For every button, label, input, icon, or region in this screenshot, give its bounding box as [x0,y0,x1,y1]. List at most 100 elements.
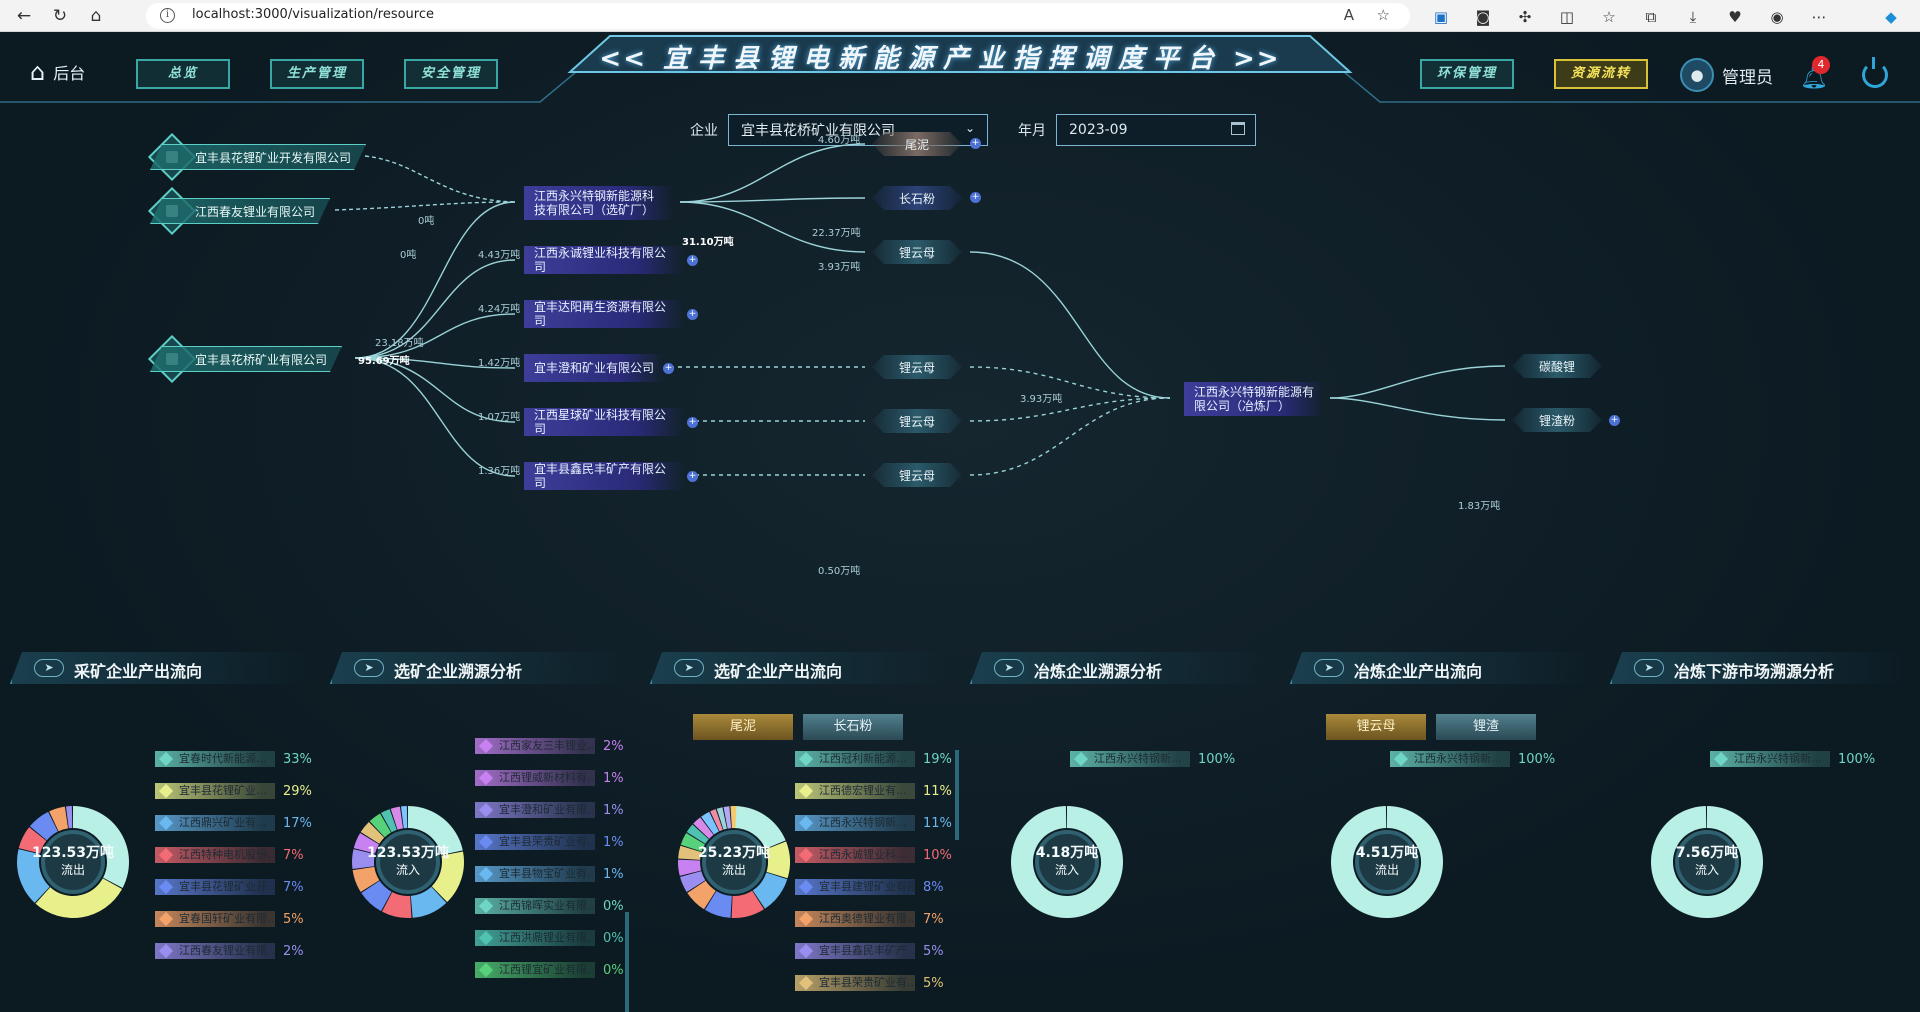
legend-item[interactable]: 江西洪鼎锂业有限... 0% [475,929,624,947]
legend-item[interactable]: 宜丰县建锂矿业有限... 8% [795,878,944,896]
download-icon[interactable]: ⤓ [1682,6,1704,28]
browser-toolbar: ← ↻ ⌂ i localhost:3000/visualization/res… [0,0,1920,32]
flow-label: 23.18万吨 [375,338,424,349]
donut-value: 4.51万吨 [1355,845,1419,861]
legend-item[interactable]: 江西奥德锂业有限... 7% [795,910,944,928]
legend-item[interactable]: 宜春时代新能源... 33% [155,750,312,768]
legend-item[interactable]: 宜丰县荣贵矿业有... 1% [475,833,624,851]
product-node[interactable]: 锂云母 [872,240,962,264]
expand-plus-icon[interactable]: + [663,363,674,374]
legend-percent: 8% [923,879,944,895]
extensions-icon[interactable]: ✣ [1514,6,1536,28]
processor-node[interactable]: 宜丰澄和矿业有限公司 [524,354,664,382]
legend-item[interactable]: 江西锦晖实业有限... 0% [475,897,624,915]
processor-node[interactable]: 宜丰达阳再生资源有限公司 [524,300,684,328]
processor-node[interactable]: 宜丰县鑫民丰矿产有限公司 [524,462,684,490]
product-node[interactable]: 锂云母 [872,463,962,487]
legend-item[interactable]: 宜丰澄和矿业有限... 1% [475,801,624,819]
legend-diamond-icon [478,738,494,754]
donut-segment[interactable] [730,806,737,829]
profile-icon[interactable]: ◉ [1766,6,1788,28]
product-node[interactable]: 尾泥 [872,132,962,156]
expand-plus-icon[interactable]: + [687,255,698,266]
home-icon[interactable]: ⌂ [86,6,106,26]
processor-node[interactable]: 江西永诚锂业科技有限公司 [524,246,684,274]
panel-tab[interactable]: 锂渣 [1436,714,1536,740]
source-node[interactable]: 宜丰县花锂矿业开发有限公司 [150,144,366,170]
flow-label: 3.93万吨 [818,262,861,273]
legend-bar: 江西永兴特钢新... [1710,751,1830,767]
legend-percent: 7% [283,879,304,895]
product-node[interactable]: 锂云母 [872,355,962,379]
legend-item[interactable]: 宜春国轩矿业有限... 5% [155,910,304,928]
legend-diamond-icon [158,815,174,831]
legend-item[interactable]: 江西特种电机股份... 7% [155,846,304,864]
legend-diamond-icon [478,770,494,786]
legend-bar: 宜春国轩矿业有限... [155,911,275,927]
donut-caption: 流出 [721,863,746,877]
legend-item[interactable]: 宜丰县鑫民丰矿产... 5% [795,942,944,960]
smelter-name: 江西永兴特钢新能源有限公司（冶炼厂） [1194,385,1315,413]
favorite-star-icon[interactable]: ☆ [1377,6,1390,24]
copilot-icon[interactable]: ◆ [1880,6,1902,28]
flow-label: 31.10万吨 [682,237,734,248]
legend-percent: 5% [923,943,944,959]
panel-tab[interactable]: 锂云母 [1326,714,1426,740]
expand-plus-icon[interactable]: + [970,192,981,203]
legend-item[interactable]: 宜丰县花锂矿业... 29% [155,782,312,800]
performance-icon[interactable]: ♥ [1724,6,1746,28]
legend-item[interactable]: 江西永诚锂业科... 10% [795,846,952,864]
legend-item[interactable]: 江西春友锂业有限... 2% [155,942,304,960]
legend-item[interactable]: 江西德宏锂业有... 11% [795,782,952,800]
extension2-icon[interactable]: ◙ [1472,6,1494,28]
legend-item[interactable]: 江西冠利新能源... 19% [795,750,952,768]
legend-item[interactable]: 江西永兴特钢新... 100% [1710,750,1875,768]
legend-diamond-icon [158,751,174,767]
product-node[interactable]: 长石粉 [872,186,962,210]
panel-tab[interactable]: 尾泥 [693,714,793,740]
more-icon[interactable]: ⋯ [1808,6,1830,28]
expand-plus-icon[interactable]: + [687,309,698,320]
split-screen-icon[interactable]: ◫ [1556,6,1578,28]
read-aloud-icon[interactable]: A [1344,6,1354,24]
legend-item[interactable]: 江西永兴特钢新... 11% [795,814,952,832]
source-name: 江西春友锂业有限公司 [195,204,316,219]
legend-percent: 11% [923,783,952,799]
legend-item[interactable]: 宜丰县物宝矿业有... 1% [475,865,624,883]
panel-tab[interactable]: 长石粉 [803,714,903,740]
output-node[interactable]: 锂渣粉 [1512,408,1602,432]
favorites-icon[interactable]: ☆ [1598,6,1620,28]
smelter-node[interactable]: 江西永兴特钢新能源有限公司（冶炼厂） [1184,382,1324,416]
output-node[interactable]: 碳酸锂 [1512,354,1602,378]
legend-bar: 江西冠利新能源... [795,751,915,767]
address-bar[interactable]: i localhost:3000/visualization/resource … [146,3,1410,29]
expand-plus-icon[interactable]: + [687,471,698,482]
donut-center-text: 7.56万吨 流入 [1657,845,1757,879]
expand-plus-icon[interactable]: + [1609,415,1620,426]
legend-name: 江西奥德锂业有限... [819,912,915,925]
back-icon[interactable]: ← [14,6,34,26]
product-node[interactable]: 锂云母 [872,409,962,433]
processor-node[interactable]: 江西星球矿业科技有限公司 [524,408,684,436]
legend-item[interactable]: 宜丰县荣贵矿业有... 5% [795,974,944,992]
legend-item[interactable]: 江西永兴特钢新... 100% [1390,750,1555,768]
legend-item[interactable]: 宜丰县花锂矿业开... 7% [155,878,304,896]
legend-item[interactable]: 江西锂宜矿业有限... 0% [475,961,624,979]
flow-diagram: 宜丰县花锂矿业开发有限公司 江西春友锂业有限公司 宜丰县花桥矿业有限公司 江西永… [0,32,1920,642]
legend-item[interactable]: 江西锂威新材料有... 1% [475,769,624,787]
site-info-icon[interactable]: i [160,8,175,23]
source-node[interactable]: 江西春友锂业有限公司 [150,198,330,224]
legend-item[interactable]: 江西永兴特钢新... 100% [1070,750,1235,768]
refresh-icon[interactable]: ↻ [50,6,70,26]
expand-plus-icon[interactable]: + [687,417,698,428]
processor-node[interactable]: 江西永兴特钢新能源科技有限公司（选矿厂） [524,186,674,220]
expand-plus-icon[interactable]: + [970,138,981,149]
extension-icon[interactable]: ▣ [1430,6,1452,28]
legend-item[interactable]: 江西家友三丰锂业... 2% [475,737,624,755]
legend-scrollbar[interactable] [625,912,629,1012]
collections-icon[interactable]: ⧉ [1640,6,1662,28]
legend-scrollbar[interactable] [955,750,959,840]
donut-caption: 流出 [60,863,85,877]
source-node[interactable]: 宜丰县花桥矿业有限公司 [150,346,342,372]
legend-item[interactable]: 江西鼎兴矿业有... 17% [155,814,312,832]
